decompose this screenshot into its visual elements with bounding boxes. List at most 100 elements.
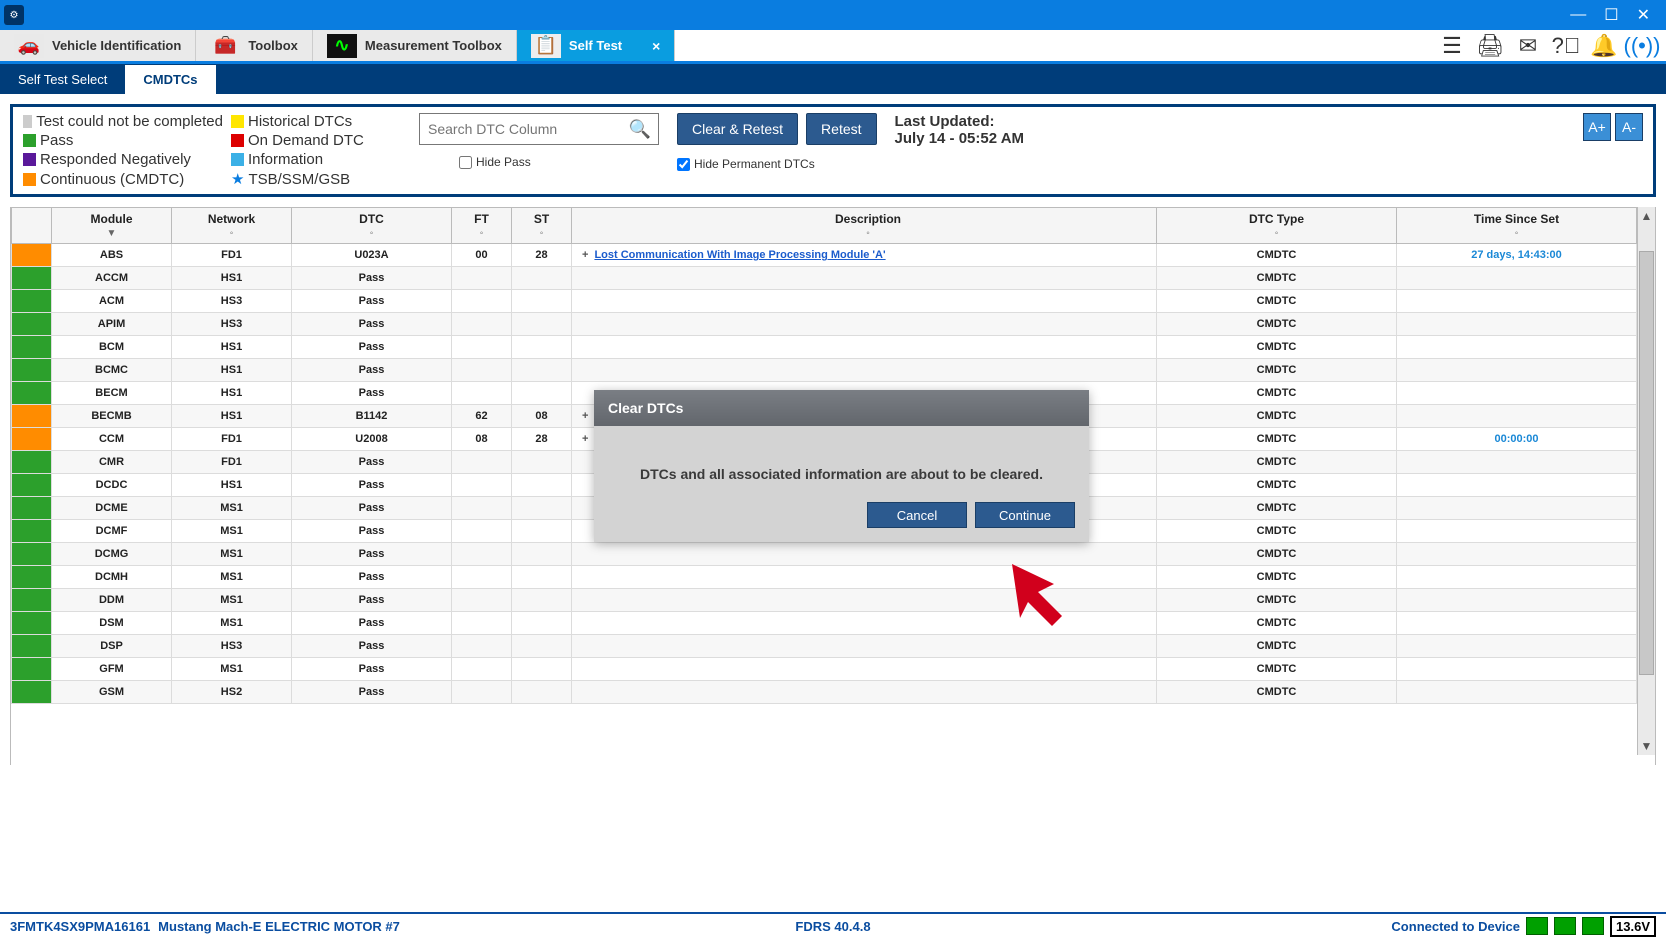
status-indicator	[12, 451, 51, 473]
hide-pass-checkbox[interactable]: Hide Pass	[419, 155, 659, 169]
last-updated-label: Last Updated:	[895, 113, 1025, 130]
cell-st	[512, 635, 572, 658]
cell-network: MS1	[172, 566, 292, 589]
status-indicator	[12, 681, 51, 703]
clear-dtcs-dialog: Clear DTCs DTCs and all associated infor…	[594, 390, 1089, 542]
close-icon[interactable]: ×	[652, 38, 660, 54]
cell-ft	[452, 382, 512, 405]
search-icon[interactable]: 🔍	[629, 119, 651, 140]
subtab-self-test-select[interactable]: Self Test Select	[0, 65, 125, 94]
voltage-display: 13.6V	[1610, 916, 1656, 937]
dtc-description-link[interactable]: Lost Communication With Image Processing…	[594, 249, 885, 261]
cell-description	[572, 336, 1157, 359]
font-increase-button[interactable]: A+	[1583, 113, 1611, 141]
cell-network: MS1	[172, 543, 292, 566]
cell-description	[572, 267, 1157, 290]
minimize-button[interactable]: —	[1570, 6, 1586, 24]
col-dtc-type[interactable]: DTC Type◦	[1157, 208, 1397, 244]
cell-time	[1397, 336, 1637, 359]
mail-icon[interactable]: ✉	[1514, 33, 1542, 59]
table-row[interactable]: APIMHS3PassCMDTC	[12, 313, 1637, 336]
scroll-down-arrow[interactable]: ▼	[1638, 737, 1655, 755]
subtab-cmdtcs[interactable]: CMDTCs	[125, 65, 215, 94]
table-row[interactable]: BCMCHS1PassCMDTC	[12, 359, 1637, 382]
cell-dtc: Pass	[292, 635, 452, 658]
cell-ft: 62	[452, 405, 512, 428]
cell-ft	[452, 658, 512, 681]
search-input[interactable]	[419, 113, 659, 145]
cell-dtc: B1142	[292, 405, 452, 428]
col-time-since-set[interactable]: Time Since Set◦	[1397, 208, 1637, 244]
tab-toolbox[interactable]: 🧰 Toolbox	[196, 30, 313, 61]
scroll-up-arrow[interactable]: ▲	[1638, 207, 1655, 225]
col-network[interactable]: Network◦	[172, 208, 292, 244]
cell-module: CCM	[52, 428, 172, 451]
cell-time	[1397, 635, 1637, 658]
cell-time	[1397, 543, 1637, 566]
col-status[interactable]	[12, 208, 52, 244]
cell-time	[1397, 497, 1637, 520]
help-icon[interactable]: ?⃝	[1552, 33, 1580, 59]
table-row[interactable]: DCMHMS1PassCMDTC	[12, 566, 1637, 589]
table-row[interactable]: DSPHS3PassCMDTC	[12, 635, 1637, 658]
table-row[interactable]: ACMHS3PassCMDTC	[12, 290, 1637, 313]
print-icon[interactable]: 🖨	[1476, 33, 1504, 59]
dialog-message: DTCs and all associated information are …	[594, 426, 1089, 502]
menu-icon[interactable]: ☰	[1438, 33, 1466, 59]
status-indicator	[12, 543, 51, 565]
table-row[interactable]: DSMMS1PassCMDTC	[12, 612, 1637, 635]
table-row[interactable]: ABSFD1U023A0028+Lost Communication With …	[12, 244, 1637, 267]
status-indicator	[12, 313, 51, 335]
tab-label: Vehicle Identification	[52, 38, 181, 53]
continue-button[interactable]: Continue	[975, 502, 1075, 528]
cell-dtc: Pass	[292, 497, 452, 520]
col-module[interactable]: Module▼	[52, 208, 172, 244]
cancel-button[interactable]: Cancel	[867, 502, 967, 528]
tab-label: Toolbox	[248, 38, 298, 53]
time-since-set-link[interactable]: 00:00:00	[1494, 433, 1538, 445]
cell-module: ABS	[52, 244, 172, 267]
cell-st	[512, 359, 572, 382]
cell-module: DCDC	[52, 474, 172, 497]
table-row[interactable]: GFMMS1PassCMDTC	[12, 658, 1637, 681]
clear-retest-button[interactable]: Clear & Retest	[677, 113, 798, 145]
scrollbar[interactable]: ▲ ▼	[1637, 207, 1655, 755]
table-row[interactable]: BCMHS1PassCMDTC	[12, 336, 1637, 359]
table-row[interactable]: ACCMHS1PassCMDTC	[12, 267, 1637, 290]
table-row[interactable]: DDMMS1PassCMDTC	[12, 589, 1637, 612]
cell-ft: 00	[452, 244, 512, 267]
cell-ft	[452, 681, 512, 704]
font-decrease-button[interactable]: A-	[1615, 113, 1643, 141]
maximize-button[interactable]: ☐	[1604, 5, 1618, 25]
table-row[interactable]: DCMGMS1PassCMDTC	[12, 543, 1637, 566]
cell-ft	[452, 612, 512, 635]
tab-vehicle-identification[interactable]: 🚗 Vehicle Identification	[0, 30, 196, 61]
tab-self-test[interactable]: 📋 Self Test ×	[517, 30, 675, 61]
cell-network: MS1	[172, 497, 292, 520]
cell-network: HS3	[172, 635, 292, 658]
scroll-thumb[interactable]	[1639, 251, 1654, 675]
legend-label: Pass	[40, 132, 73, 149]
cell-network: MS1	[172, 612, 292, 635]
time-since-set-link[interactable]: 27 days, 14:43:00	[1471, 249, 1562, 261]
broadcast-icon[interactable]: ((•))	[1628, 33, 1656, 59]
col-dtc[interactable]: DTC◦	[292, 208, 452, 244]
table-row[interactable]: GSMHS2PassCMDTC	[12, 681, 1637, 704]
cell-type: CMDTC	[1157, 566, 1397, 589]
col-st[interactable]: ST◦	[512, 208, 572, 244]
cell-module: DDM	[52, 589, 172, 612]
cell-type: CMDTC	[1157, 589, 1397, 612]
tab-measurement-toolbox[interactable]: ∿ Measurement Toolbox	[313, 30, 517, 61]
col-ft[interactable]: FT◦	[452, 208, 512, 244]
col-description[interactable]: Description◦	[572, 208, 1157, 244]
cell-type: CMDTC	[1157, 543, 1397, 566]
retest-button[interactable]: Retest	[806, 113, 876, 145]
cell-module: ACM	[52, 290, 172, 313]
cell-ft	[452, 313, 512, 336]
cell-st	[512, 451, 572, 474]
waveform-icon: ∿	[327, 34, 357, 58]
cell-time	[1397, 405, 1637, 428]
hide-permanent-checkbox[interactable]: Hide Permanent DTCs	[677, 157, 815, 171]
close-button[interactable]: ✕	[1637, 5, 1650, 25]
bell-icon[interactable]: 🔔	[1590, 33, 1618, 59]
